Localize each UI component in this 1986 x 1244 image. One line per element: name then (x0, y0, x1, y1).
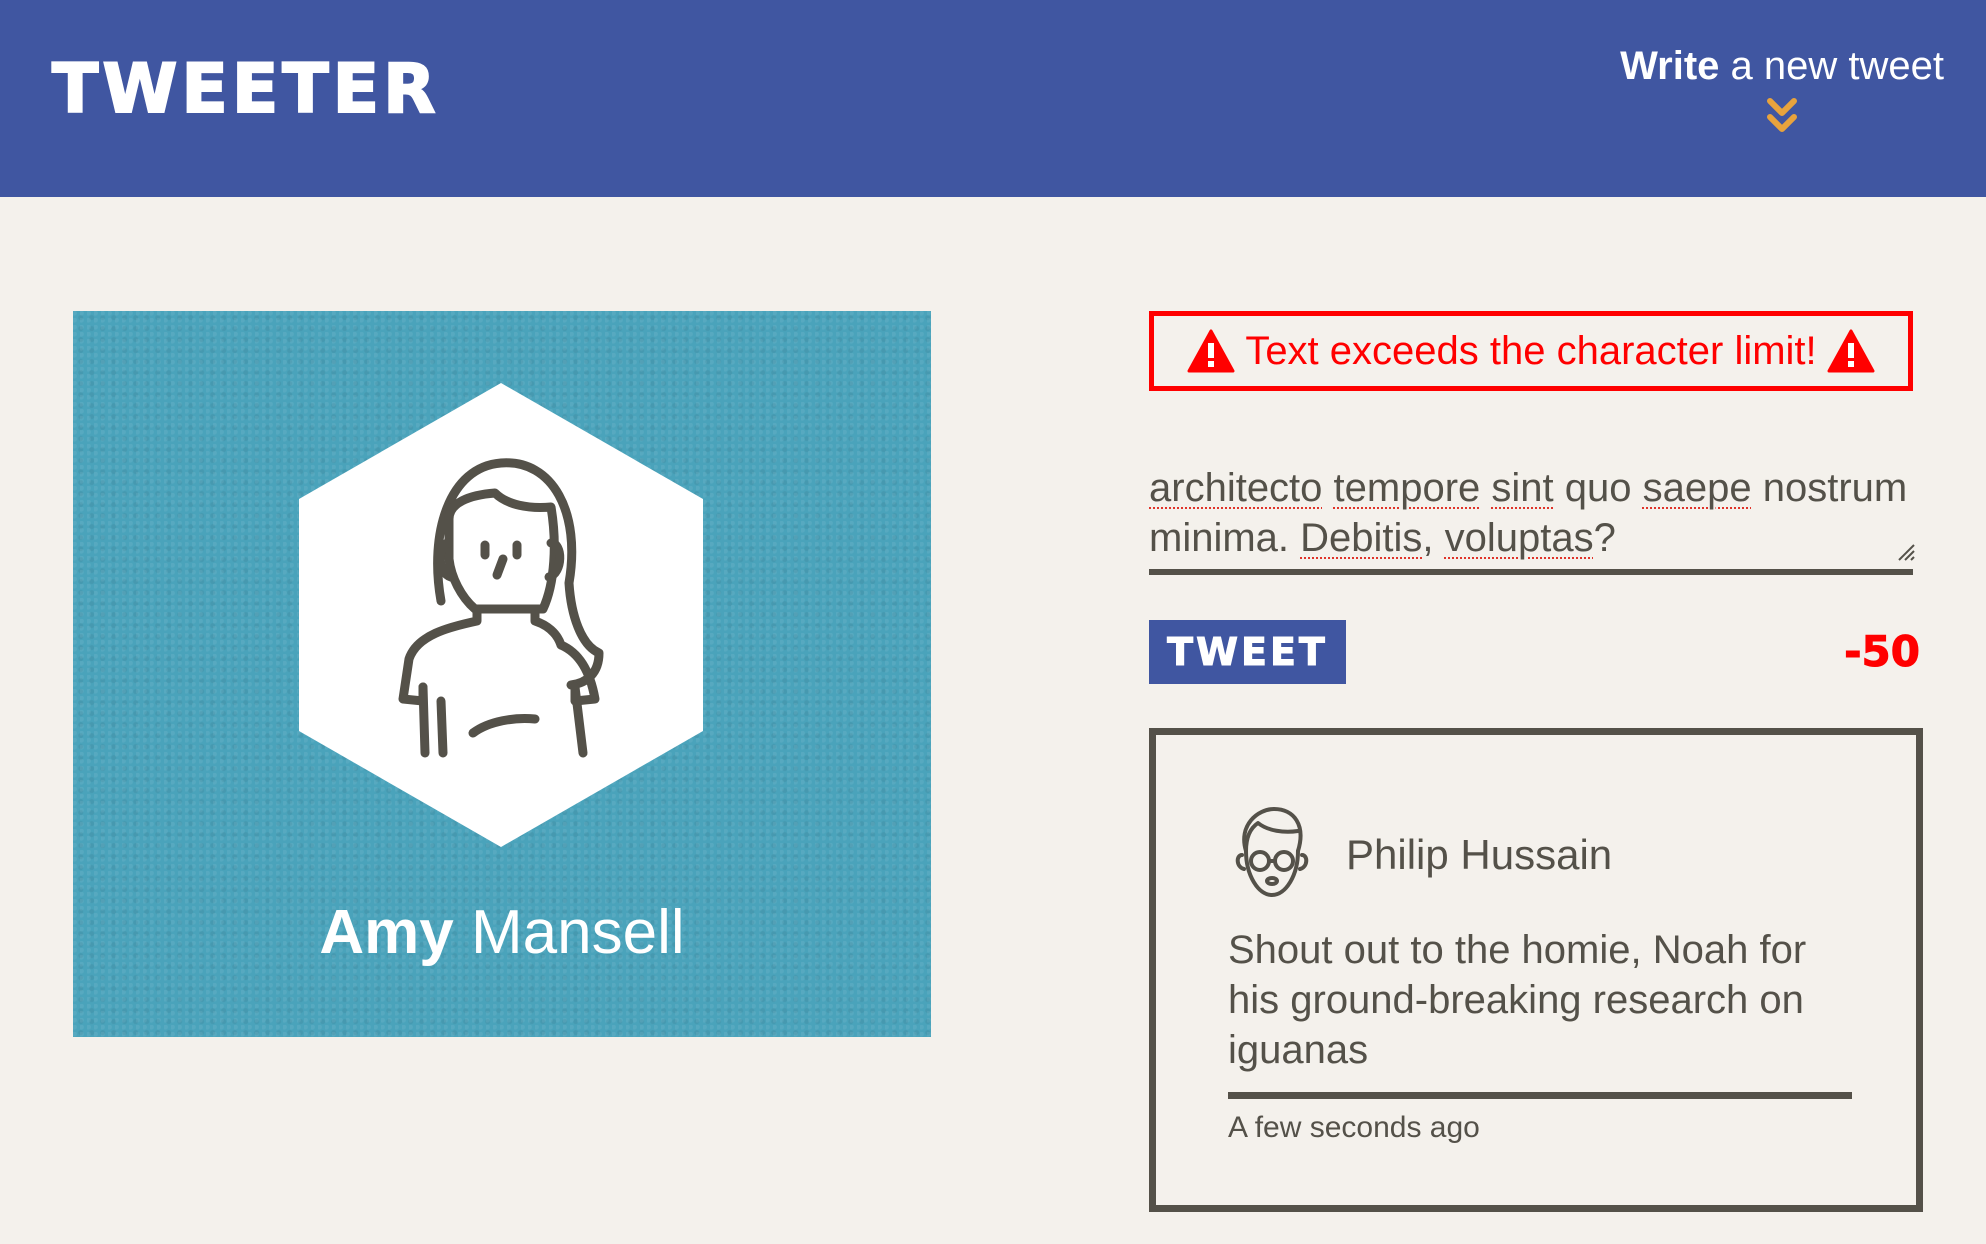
error-message: Text exceeds the character limit! (1245, 328, 1817, 373)
tweet-timestamp: A few seconds ago (1228, 1111, 1480, 1144)
profile-avatar-hexagon (299, 383, 703, 847)
double-chevron-down-icon[interactable] (1765, 96, 1799, 136)
compose-text-segment: quo (1553, 466, 1643, 510)
tweet-divider (1228, 1092, 1852, 1099)
tweet-body: Shout out to the homie, Noah for his gro… (1228, 928, 1807, 1072)
man-with-glasses-avatar-icon (1235, 807, 1309, 897)
tweet-card: Philip Hussain Shout out to the homie, N… (1149, 728, 1923, 1212)
profile-name: Amy Mansell (73, 893, 931, 973)
tweet-textarea[interactable]: architecto tempore sint quo saepe nostru… (1149, 463, 1913, 575)
warning-triangle-icon (1827, 329, 1875, 373)
resize-handle-icon[interactable] (1895, 541, 1915, 561)
compose-text-segment: ? (1593, 516, 1616, 560)
misspelled-word: voluptas (1444, 516, 1594, 560)
character-limit-error: Text exceeds the character limit! (1149, 311, 1913, 391)
misspelled-word: sint (1491, 466, 1554, 510)
misspelled-word: architecto (1149, 466, 1323, 510)
compose-toggle-text: a new tweet (1719, 44, 1944, 88)
compose-text-segment (1322, 466, 1333, 510)
top-nav: TWEETER Write a new tweet (0, 0, 1986, 197)
character-counter: -50 (1844, 627, 1921, 677)
write-new-tweet-toggle[interactable]: Write a new tweet (1620, 38, 1944, 136)
profile-last-name: Mansell (453, 898, 685, 967)
compose-toggle-bold: Write (1620, 44, 1720, 88)
profile-card: Amy Mansell (73, 311, 931, 1037)
compose-text-segment: , (1422, 516, 1445, 560)
misspelled-word: Debitis (1300, 516, 1423, 560)
tweet-submit-button[interactable]: TWEET (1149, 620, 1346, 684)
tweet-author: Philip Hussain (1346, 831, 1613, 878)
misspelled-word: tempore (1333, 466, 1481, 510)
warning-triangle-icon (1187, 329, 1235, 373)
profile-first-name: Amy (319, 898, 454, 967)
brand-logo[interactable]: TWEETER (51, 48, 440, 132)
compose-text-segment (1480, 466, 1491, 510)
misspelled-word: saepe (1642, 466, 1752, 510)
